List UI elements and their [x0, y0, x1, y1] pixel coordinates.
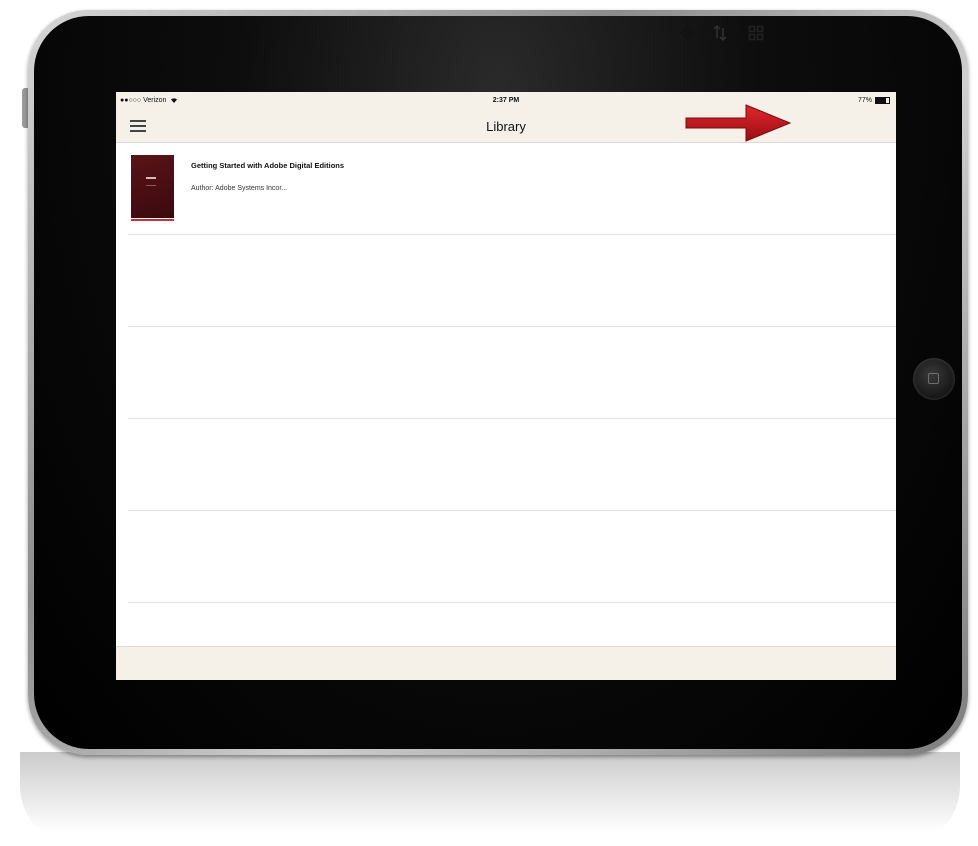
list-item[interactable]: Getting Started with Adobe Digital Editi… [128, 143, 896, 235]
home-button-icon [928, 373, 939, 384]
bottom-toolbar [116, 646, 896, 680]
book-cover[interactable] [131, 155, 174, 218]
grid-view-icon[interactable] [748, 25, 764, 41]
battery-fill [876, 98, 886, 103]
read-progress-bar [131, 219, 174, 221]
list-item-empty [128, 235, 896, 327]
annotation-arrow-icon [685, 104, 792, 142]
book-cover-logo [146, 177, 156, 186]
sort-icon[interactable] [711, 24, 729, 42]
status-battery-group: 77% [858, 97, 890, 104]
device-reflection [20, 752, 960, 846]
book-title: Getting Started with Adobe Digital Editi… [191, 161, 345, 170]
app-screen: ●●○○○ Verizon 2:37 PM 77% Library Gettin… [116, 92, 896, 680]
home-button[interactable] [913, 358, 955, 400]
list-item-empty [128, 419, 896, 511]
book-author: Author: Adobe Systems Incor... [191, 185, 288, 192]
battery-percent: 77% [857, 97, 872, 104]
list-item-empty [128, 327, 896, 419]
gear-icon[interactable] [679, 24, 697, 42]
battery-icon [875, 97, 890, 104]
list-item-empty [128, 511, 896, 603]
